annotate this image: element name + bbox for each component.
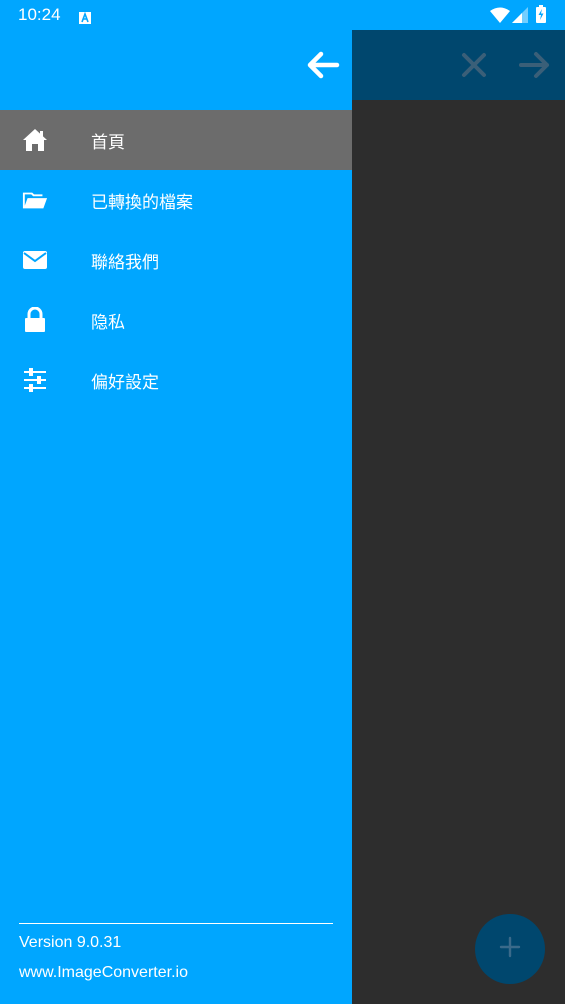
home-icon [22, 127, 48, 153]
screen: 10:24 首頁 已轉換的檔案 聯絡我們 隐私 偏好設定 Version 9.0… [0, 0, 565, 1004]
menu-item-label: 已轉換的檔案 [91, 192, 193, 213]
battery-charging-icon [536, 5, 546, 27]
wifi-icon [490, 7, 510, 27]
version-text: Version 9.0.31 [19, 934, 122, 951]
menu-item-contact-us[interactable]: 聯絡我們 [0, 230, 352, 290]
menu-item-converted-files[interactable]: 已轉換的檔案 [0, 170, 352, 230]
plus-icon [499, 936, 521, 962]
menu-item-preferences[interactable]: 偏好設定 [0, 350, 352, 410]
drawer-menu: 首頁 已轉換的檔案 聯絡我們 隐私 偏好設定 [0, 110, 352, 410]
menu-item-label: 聯絡我們 [91, 252, 159, 273]
drawer-header [0, 30, 352, 110]
close-icon[interactable] [460, 51, 488, 83]
envelope-icon [22, 247, 48, 273]
a-letter-icon [79, 9, 91, 24]
menu-item-label: 隐私 [91, 312, 125, 333]
status-time: 10:24 [18, 5, 61, 24]
navigation-drawer: 首頁 已轉換的檔案 聯絡我們 隐私 偏好設定 Version 9.0.31 ww… [0, 30, 352, 1004]
sliders-icon [22, 367, 48, 393]
lock-icon [22, 307, 48, 333]
add-button[interactable] [475, 914, 545, 984]
arrow-left-icon[interactable] [306, 50, 340, 84]
status-bar: 10:24 [0, 0, 565, 30]
folder-open-icon [22, 187, 48, 213]
menu-item-label: 偏好設定 [91, 372, 159, 393]
signal-icon [512, 7, 528, 27]
drawer-divider [19, 923, 333, 924]
website-link[interactable]: www.ImageConverter.io [19, 964, 188, 982]
menu-item-home[interactable]: 首頁 [0, 110, 352, 170]
menu-item-label: 首頁 [91, 132, 125, 153]
arrow-right-icon[interactable] [519, 50, 551, 84]
menu-item-privacy[interactable]: 隐私 [0, 290, 352, 350]
